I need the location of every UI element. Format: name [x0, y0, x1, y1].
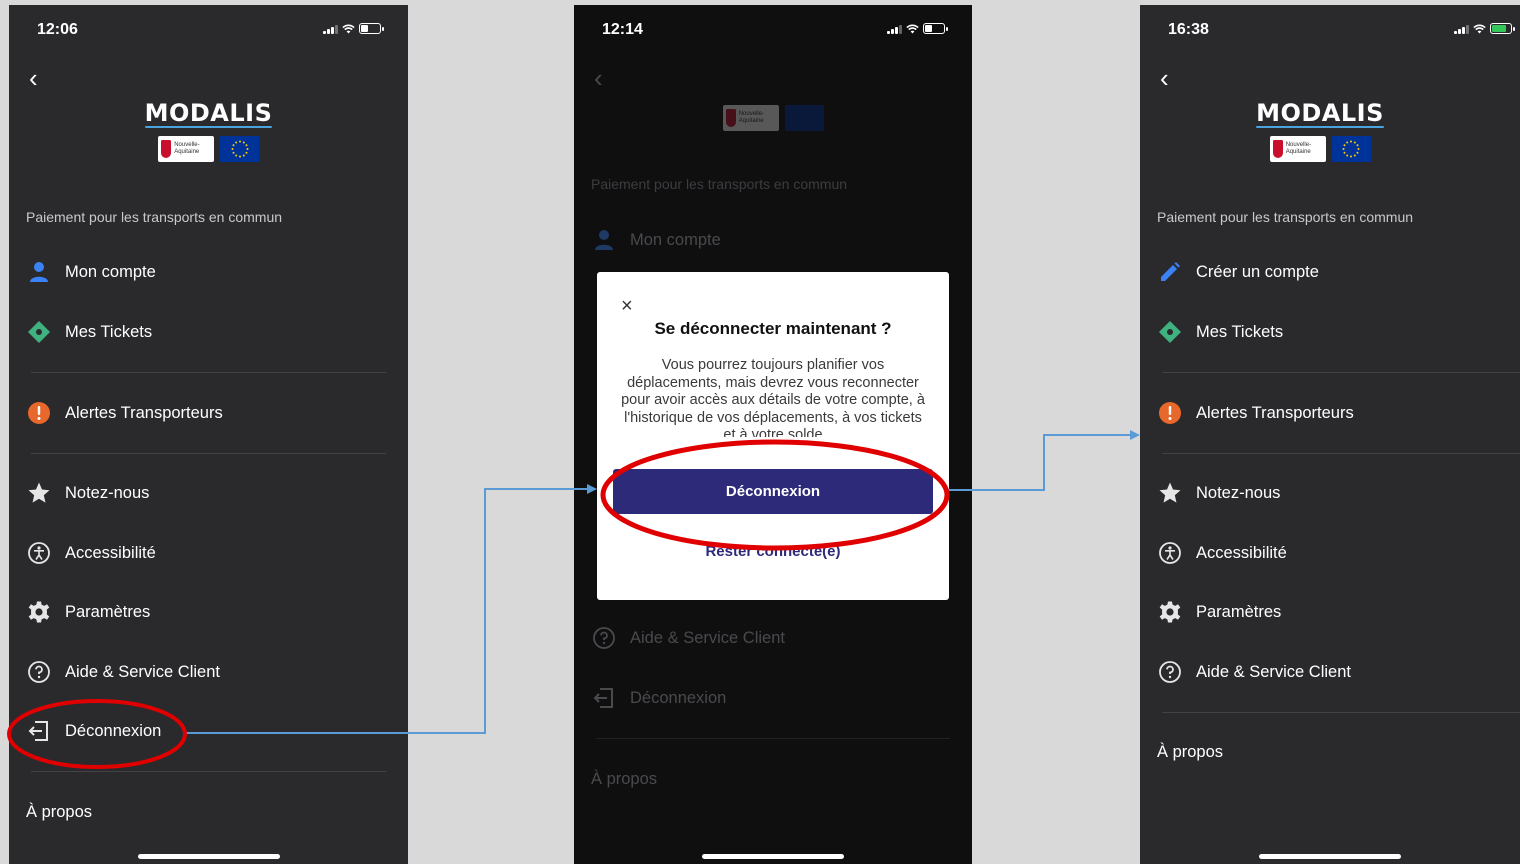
wifi-icon [342, 23, 355, 33]
about-link[interactable]: À propos [591, 770, 657, 789]
wifi-icon [906, 23, 919, 33]
help-icon [26, 659, 52, 685]
alert-icon [1157, 400, 1183, 426]
menu-item-tickets[interactable]: Mes Tickets [26, 317, 388, 347]
region-logo: Nouvelle-Aquitaine [722, 105, 779, 131]
eu-flag-icon [220, 136, 259, 162]
logout-confirm-button[interactable]: Déconnexion [613, 469, 933, 514]
menu-item-logout[interactable]: Déconnexion [26, 716, 388, 746]
menu-item-logout[interactable]: Déconnexion [591, 683, 952, 713]
status-time: 12:14 [602, 21, 643, 38]
menu-item-create-account[interactable]: Créer un compte [1157, 257, 1500, 287]
home-indicator [702, 854, 844, 859]
eu-flag-icon [1331, 136, 1371, 162]
menu-item-accessibility[interactable]: Accessibilité [1157, 538, 1500, 568]
person-icon [26, 259, 52, 285]
menu-item-alerts[interactable]: Alertes Transporteurs [1157, 398, 1500, 428]
divider [31, 453, 386, 454]
divider [1162, 372, 1520, 373]
home-indicator [1259, 854, 1401, 859]
close-icon[interactable]: × [621, 296, 633, 316]
eu-flag-icon [784, 105, 824, 131]
menu-item-help[interactable]: Aide & Service Client [26, 657, 388, 687]
menu-item-help[interactable]: Aide & Service Client [1157, 657, 1500, 687]
modalis-logo: MODALIS [144, 99, 273, 128]
status-time: 16:38 [1168, 21, 1209, 38]
help-icon [591, 625, 617, 651]
star-icon [1157, 480, 1183, 506]
home-indicator [137, 854, 280, 859]
logout-dialog: × Se déconnecter maintenant ? Vous pourr… [597, 272, 949, 600]
screen-logout-dialog: 12:14 ‹ Nouvelle-Aquitaine Paiement pour… [574, 5, 972, 864]
modalis-logo: MODALIS [1256, 99, 1384, 128]
divider [596, 738, 950, 739]
wifi-icon [1473, 23, 1486, 33]
battery-charging-icon [1490, 23, 1515, 34]
menu-item-account[interactable]: Mon compte [591, 225, 952, 255]
menu-item-rate[interactable]: Notez-nous [1157, 478, 1500, 508]
menu-item-alerts[interactable]: Alertes Transporteurs [26, 398, 388, 428]
pencil-icon [1157, 259, 1183, 285]
region-logo: Nouvelle-Aquitaine [1269, 136, 1326, 162]
accessibility-icon [26, 540, 52, 566]
menu-item-tickets[interactable]: Mes Tickets [1157, 317, 1500, 347]
accessibility-icon [1157, 540, 1183, 566]
menu-item-settings[interactable]: Paramètres [26, 597, 388, 627]
signal-icon [1454, 24, 1469, 34]
menu-item-rate[interactable]: Notez-nous [26, 478, 388, 508]
logo-block: MODALIS Nouvelle-Aquitaine [1140, 99, 1500, 162]
logout-icon [26, 718, 52, 744]
menu-item-settings[interactable]: Paramètres [1157, 597, 1500, 627]
dialog-title: Se déconnecter maintenant ? [654, 319, 892, 338]
battery-icon [923, 23, 948, 34]
menu-item-help[interactable]: Aide & Service Client [591, 623, 952, 653]
divider [31, 372, 386, 373]
screen-logged-out: 16:38 ‹ MODALIS Nouvelle-Aquitaine Paiem… [1140, 5, 1520, 864]
stay-connected-button[interactable]: Rester connecté(e) [597, 543, 949, 560]
alert-icon [26, 400, 52, 426]
menu-item-account[interactable]: Mon compte [26, 257, 388, 287]
back-chevron-icon[interactable]: ‹ [594, 65, 603, 91]
person-icon [591, 227, 617, 253]
menu-item-accessibility[interactable]: Accessibilité [26, 538, 388, 568]
ticket-icon [26, 319, 52, 345]
flow-arrow-2 [948, 430, 1140, 491]
about-link[interactable]: À propos [26, 803, 92, 822]
signal-icon [323, 24, 338, 34]
screen-logged-in: 12:06 ‹ MODALIS Nouvelle-Aquitaine Paiem… [9, 5, 408, 864]
status-icons [887, 23, 948, 34]
logo-block: MODALIS Nouvelle-Aquitaine [9, 99, 408, 162]
divider [31, 771, 386, 772]
page-subtitle: Paiement pour les transports en commun [591, 176, 848, 192]
logout-icon [591, 685, 617, 711]
status-time: 12:06 [37, 21, 78, 38]
signal-icon [887, 24, 902, 34]
dialog-body: Vous pourrez toujours planifier vos dépl… [621, 357, 925, 437]
divider [1162, 712, 1520, 713]
status-icons [1454, 23, 1515, 34]
battery-icon [359, 23, 384, 34]
logo-block: Nouvelle-Aquitaine [574, 105, 972, 131]
divider [1162, 453, 1520, 454]
region-logo: Nouvelle-Aquitaine [158, 136, 214, 162]
ticket-icon [1157, 319, 1183, 345]
page-subtitle: Paiement pour les transports en commun [1157, 209, 1414, 225]
gear-icon [26, 599, 52, 625]
gear-icon [1157, 599, 1183, 625]
page-subtitle: Paiement pour les transports en commun [26, 209, 283, 225]
about-link[interactable]: À propos [1157, 743, 1223, 762]
back-chevron-icon[interactable]: ‹ [29, 65, 38, 91]
back-chevron-icon[interactable]: ‹ [1160, 65, 1169, 91]
help-icon [1157, 659, 1183, 685]
star-icon [26, 480, 52, 506]
status-icons [323, 23, 384, 34]
